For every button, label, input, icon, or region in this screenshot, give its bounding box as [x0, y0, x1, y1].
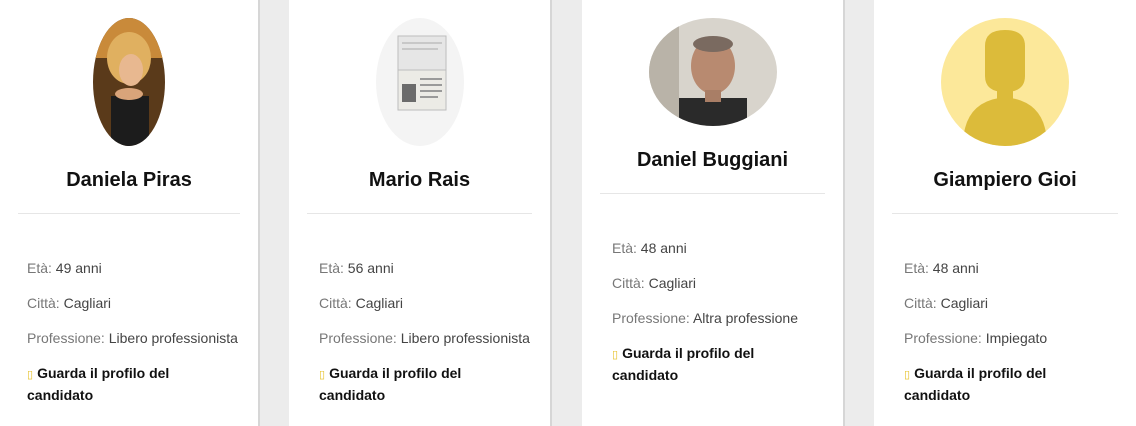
city-label: Città: — [612, 275, 645, 291]
profession-label: Professione: — [612, 310, 690, 326]
candidate-name: Giampiero Gioi — [933, 169, 1077, 191]
view-profile-link[interactable]: ▯ Guarda il profilo del candidato — [612, 343, 823, 385]
profession-label: Professione: — [27, 330, 105, 346]
profession-row: Professione: Impiegato — [904, 328, 1116, 348]
default-user-icon — [941, 18, 1069, 146]
city-row: Città: Cagliari — [612, 273, 823, 293]
candidate-card: Daniela Piras Età: 49 anni Città: Caglia… — [0, 0, 260, 426]
age-label: Età: — [319, 260, 344, 276]
age-row: Età: 56 anni — [319, 258, 530, 278]
candidate-avatar[interactable] — [648, 18, 777, 126]
profession-value: Altra professione — [692, 310, 799, 326]
profession-row: Professione: Libero professionista — [319, 328, 530, 348]
arrow-icon: ▯ — [319, 369, 326, 381]
city-value: Cagliari — [355, 295, 404, 311]
candidate-avatar[interactable] — [941, 18, 1069, 146]
city-label: Città: — [319, 295, 352, 311]
city-row: Città: Cagliari — [319, 293, 530, 313]
divider — [600, 193, 825, 194]
candidate-name: Mario Rais — [368, 169, 471, 191]
view-profile-text: Guarda il profilo del candidato — [904, 365, 1047, 403]
profession-value: Libero professionista — [400, 330, 530, 346]
arrow-icon: ▯ — [27, 369, 34, 381]
divider — [307, 213, 532, 214]
city-value: Cagliari — [648, 275, 697, 291]
divider — [892, 213, 1118, 214]
candidate-avatar[interactable] — [375, 18, 464, 146]
city-label: Città: — [904, 295, 937, 311]
age-row: Età: 48 anni — [612, 238, 823, 258]
profession-row: Professione: Altra professione — [612, 308, 823, 328]
age-value: 56 anni — [347, 260, 394, 276]
view-profile-text: Guarda il profilo del candidato — [612, 345, 755, 383]
view-profile-link[interactable]: ▯ Guarda il profilo del candidato — [27, 363, 238, 405]
candidate-info: Età: 56 anni Città: Cagliari Professione… — [319, 258, 530, 405]
view-profile-text: Guarda il profilo del candidato — [319, 365, 462, 403]
age-value: 48 anni — [640, 240, 687, 256]
profession-value: Libero professionista — [108, 330, 238, 346]
candidate-card: Giampiero Gioi Età: 48 anni Città: Cagli… — [874, 0, 1136, 426]
view-profile-link[interactable]: ▯ Guarda il profilo del candidato — [904, 363, 1116, 405]
city-label: Città: — [27, 295, 60, 311]
candidate-info: Età: 48 anni Città: Cagliari Professione… — [612, 238, 823, 385]
city-value: Cagliari — [940, 295, 989, 311]
candidate-info: Età: 49 anni Città: Cagliari Professione… — [27, 258, 238, 405]
arrow-icon: ▯ — [904, 369, 911, 381]
city-value: Cagliari — [63, 295, 112, 311]
profession-value: Impiegato — [985, 330, 1048, 346]
candidate-info: Età: 48 anni Città: Cagliari Professione… — [904, 258, 1116, 405]
age-label: Età: — [904, 260, 929, 276]
city-row: Città: Cagliari — [27, 293, 238, 313]
profession-label: Professione: — [319, 330, 397, 346]
profession-label: Professione: — [904, 330, 982, 346]
age-label: Età: — [612, 240, 637, 256]
age-value: 49 anni — [55, 260, 102, 276]
age-value: 48 anni — [932, 260, 979, 276]
arrow-icon: ▯ — [612, 349, 619, 361]
divider — [18, 213, 240, 214]
age-label: Età: — [27, 260, 52, 276]
age-row: Età: 49 anni — [27, 258, 238, 278]
view-profile-link[interactable]: ▯ Guarda il profilo del candidato — [319, 363, 530, 405]
passport-photo-icon — [375, 18, 464, 146]
man-photo-icon — [648, 18, 777, 126]
city-row: Città: Cagliari — [904, 293, 1116, 313]
candidate-name: Daniel Buggiani — [636, 149, 789, 171]
woman-photo-icon — [93, 18, 165, 146]
age-row: Età: 48 anni — [904, 258, 1116, 278]
candidate-card: Mario Rais Età: 56 anni Città: Cagliari … — [289, 0, 552, 426]
view-profile-text: Guarda il profilo del candidato — [27, 365, 170, 403]
candidate-avatar[interactable] — [93, 18, 165, 146]
candidate-card: Daniel Buggiani Età: 48 anni Città: Cagl… — [582, 0, 845, 426]
profession-row: Professione: Libero professionista — [27, 328, 238, 348]
candidate-name: Daniela Piras — [66, 169, 192, 191]
